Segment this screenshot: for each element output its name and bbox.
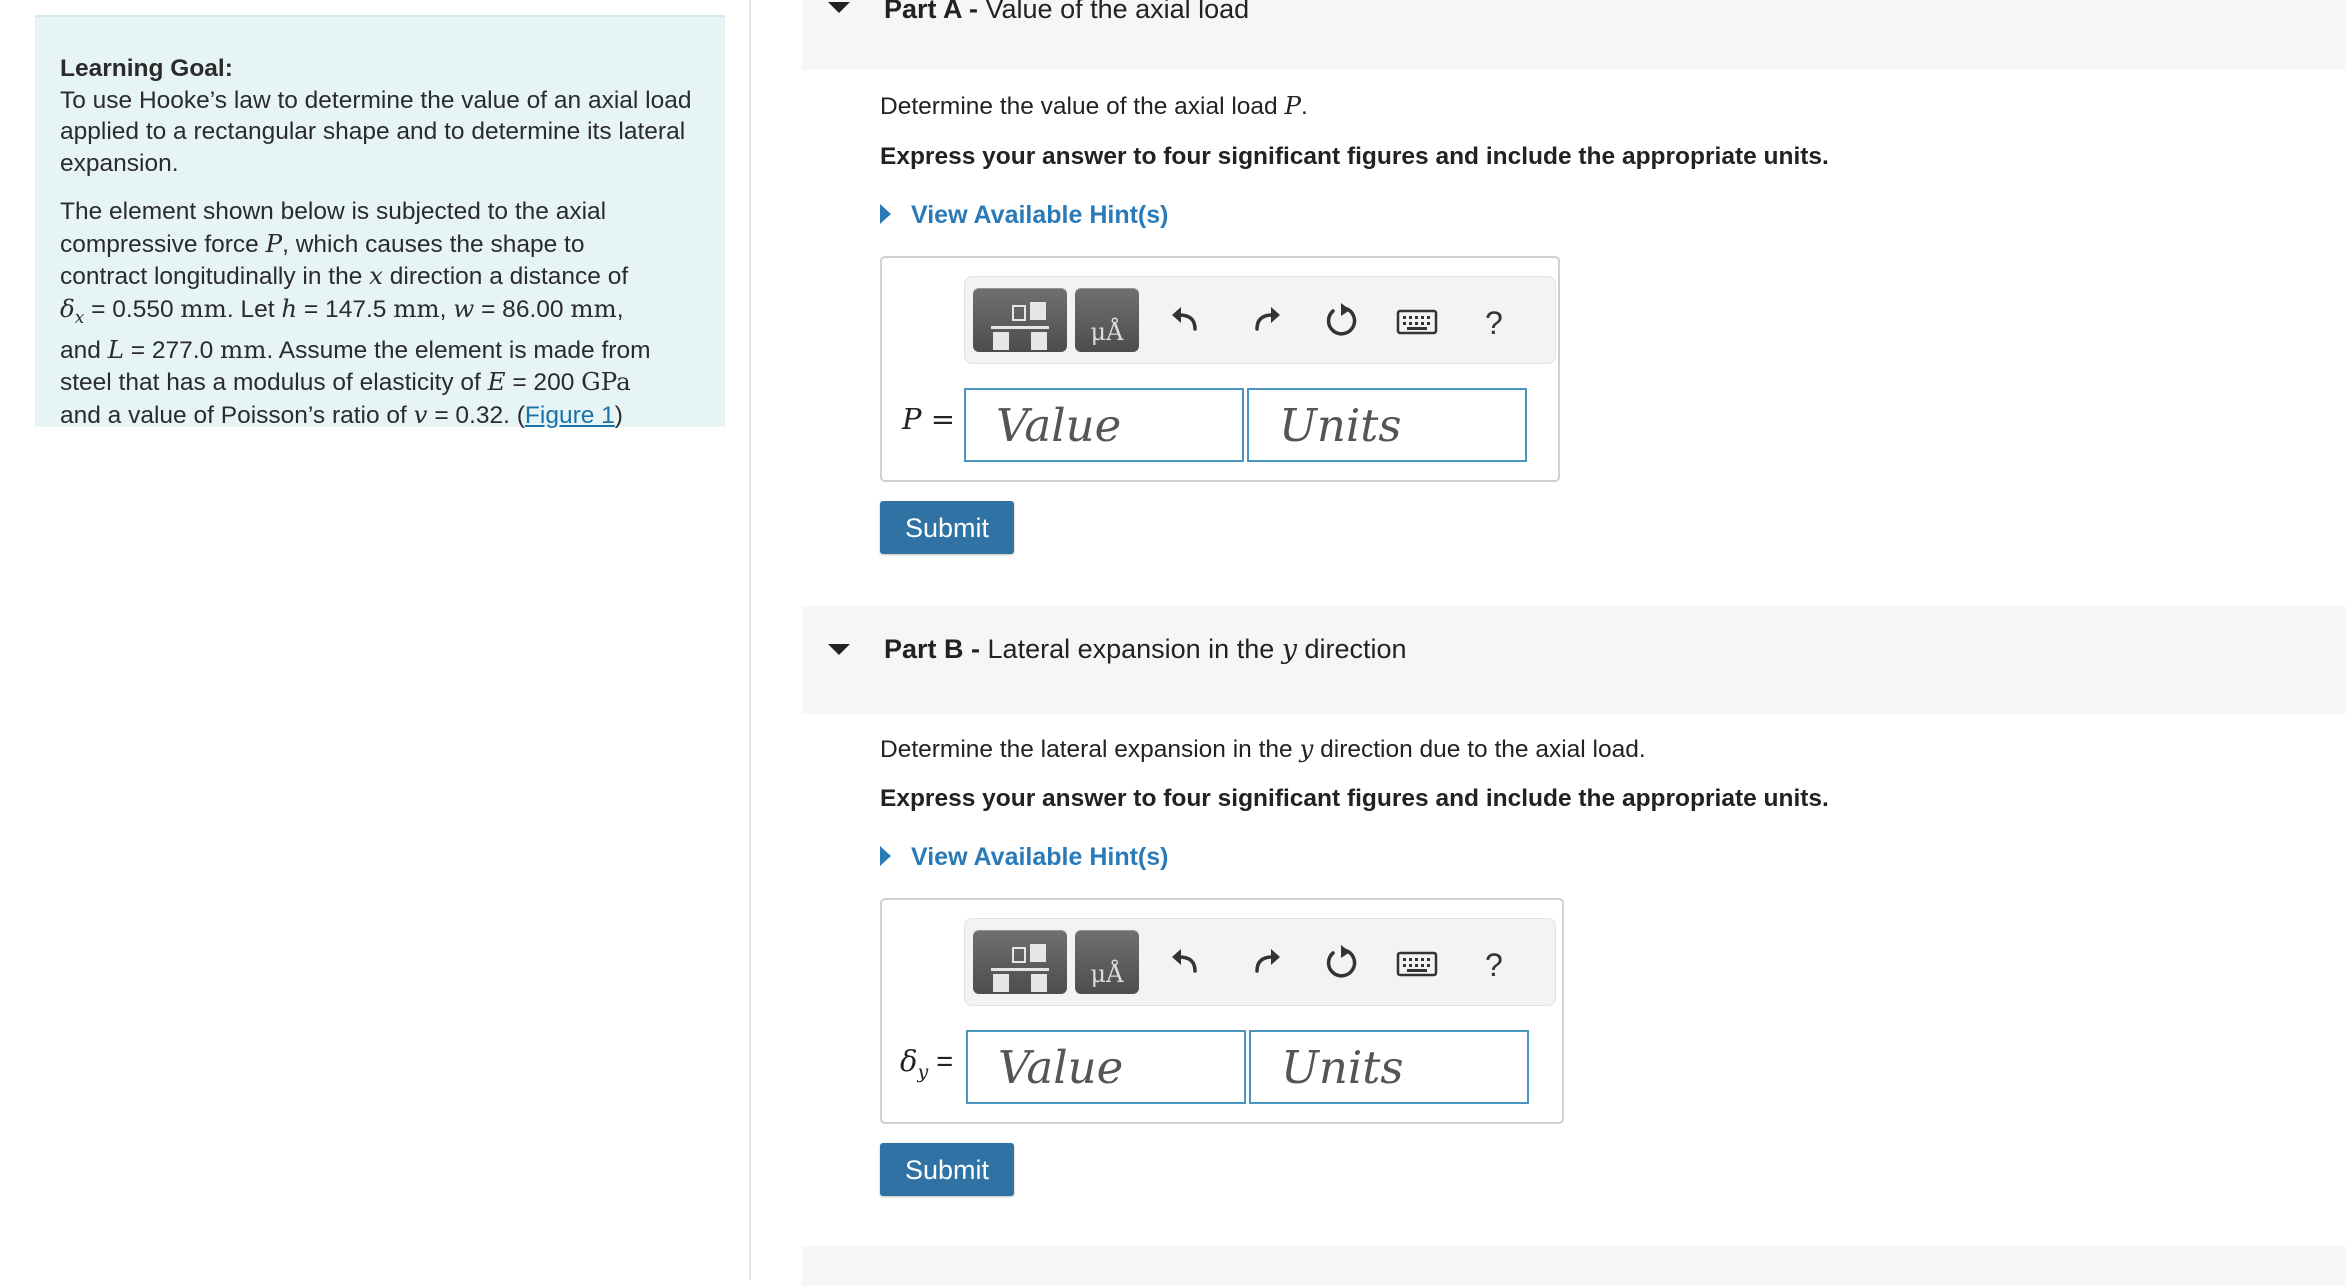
keyboard-icon[interactable]: [1395, 299, 1439, 343]
panel-divider: [749, 0, 751, 1280]
learning-goal-intro: To use Hooke’s law to determine the valu…: [60, 86, 692, 177]
part-b-header[interactable]: Part B - Lateral expansion in the y dire…: [802, 606, 2346, 714]
part-b-value-input[interactable]: [966, 1030, 1246, 1104]
caret-down-icon: [828, 644, 850, 655]
templates-icon: [991, 944, 1049, 992]
part-b-instruction: Express your answer to four significant …: [880, 785, 1829, 812]
part-b-title: Part B - Lateral expansion in the y dire…: [884, 634, 1407, 665]
part-a-answer-box: μÅ ? P =: [880, 256, 1560, 482]
part-a-units-input[interactable]: [1247, 388, 1527, 462]
units-button[interactable]: μÅ: [1075, 288, 1139, 352]
reset-icon[interactable]: [1319, 941, 1363, 985]
caret-down-icon: [828, 2, 850, 13]
reset-icon[interactable]: [1319, 299, 1363, 343]
undo-icon[interactable]: [1165, 941, 1209, 985]
caret-right-icon: [880, 846, 891, 867]
units-icon: μÅ: [1090, 960, 1124, 988]
caret-right-icon: [880, 204, 891, 225]
learning-goal-heading: Learning Goal:: [60, 55, 233, 82]
redo-icon[interactable]: [1243, 299, 1287, 343]
undo-icon[interactable]: [1165, 299, 1209, 343]
part-a-hint-toggle[interactable]: View Available Hint(s): [880, 201, 1168, 230]
part-a-question: Determine the value of the axial load P.: [880, 91, 1308, 120]
part-b-question: Determine the lateral expansion in the y…: [880, 734, 1646, 763]
part-a-value-input[interactable]: [964, 388, 1244, 462]
figure-1-link[interactable]: Figure 1: [525, 402, 615, 429]
redo-icon[interactable]: [1243, 941, 1287, 985]
part-b-submit-button[interactable]: Submit: [880, 1143, 1014, 1196]
part-b-equation-label: δy =: [900, 1044, 954, 1083]
templates-button[interactable]: [973, 930, 1067, 994]
help-icon[interactable]: ?: [1485, 305, 1503, 342]
keyboard-icon[interactable]: [1395, 941, 1439, 985]
part-a-equation-label: P =: [902, 402, 956, 436]
math-toolbar: μÅ ?: [964, 276, 1556, 364]
part-b-units-input[interactable]: [1249, 1030, 1529, 1104]
learning-goal-panel: Learning Goal: To use Hooke’s law to det…: [35, 15, 725, 429]
part-b-answer-box: μÅ ? δy =: [880, 898, 1564, 1124]
part-a-submit-button[interactable]: Submit: [880, 501, 1014, 554]
part-c-header[interactable]: [802, 1246, 2346, 1286]
part-a-header[interactable]: Part A - Value of the axial load: [802, 0, 2346, 70]
problem-statement: The element shown below is subjected to …: [60, 198, 651, 429]
part-a-instruction: Express your answer to four significant …: [880, 143, 1829, 170]
math-toolbar: μÅ ?: [964, 918, 1556, 1006]
help-icon[interactable]: ?: [1485, 947, 1503, 984]
part-a-title: Part A - Value of the axial load: [884, 0, 1250, 24]
units-icon: μÅ: [1090, 318, 1124, 346]
units-button[interactable]: μÅ: [1075, 930, 1139, 994]
templates-button[interactable]: [973, 288, 1067, 352]
part-b-hint-toggle[interactable]: View Available Hint(s): [880, 843, 1168, 872]
templates-icon: [991, 302, 1049, 350]
